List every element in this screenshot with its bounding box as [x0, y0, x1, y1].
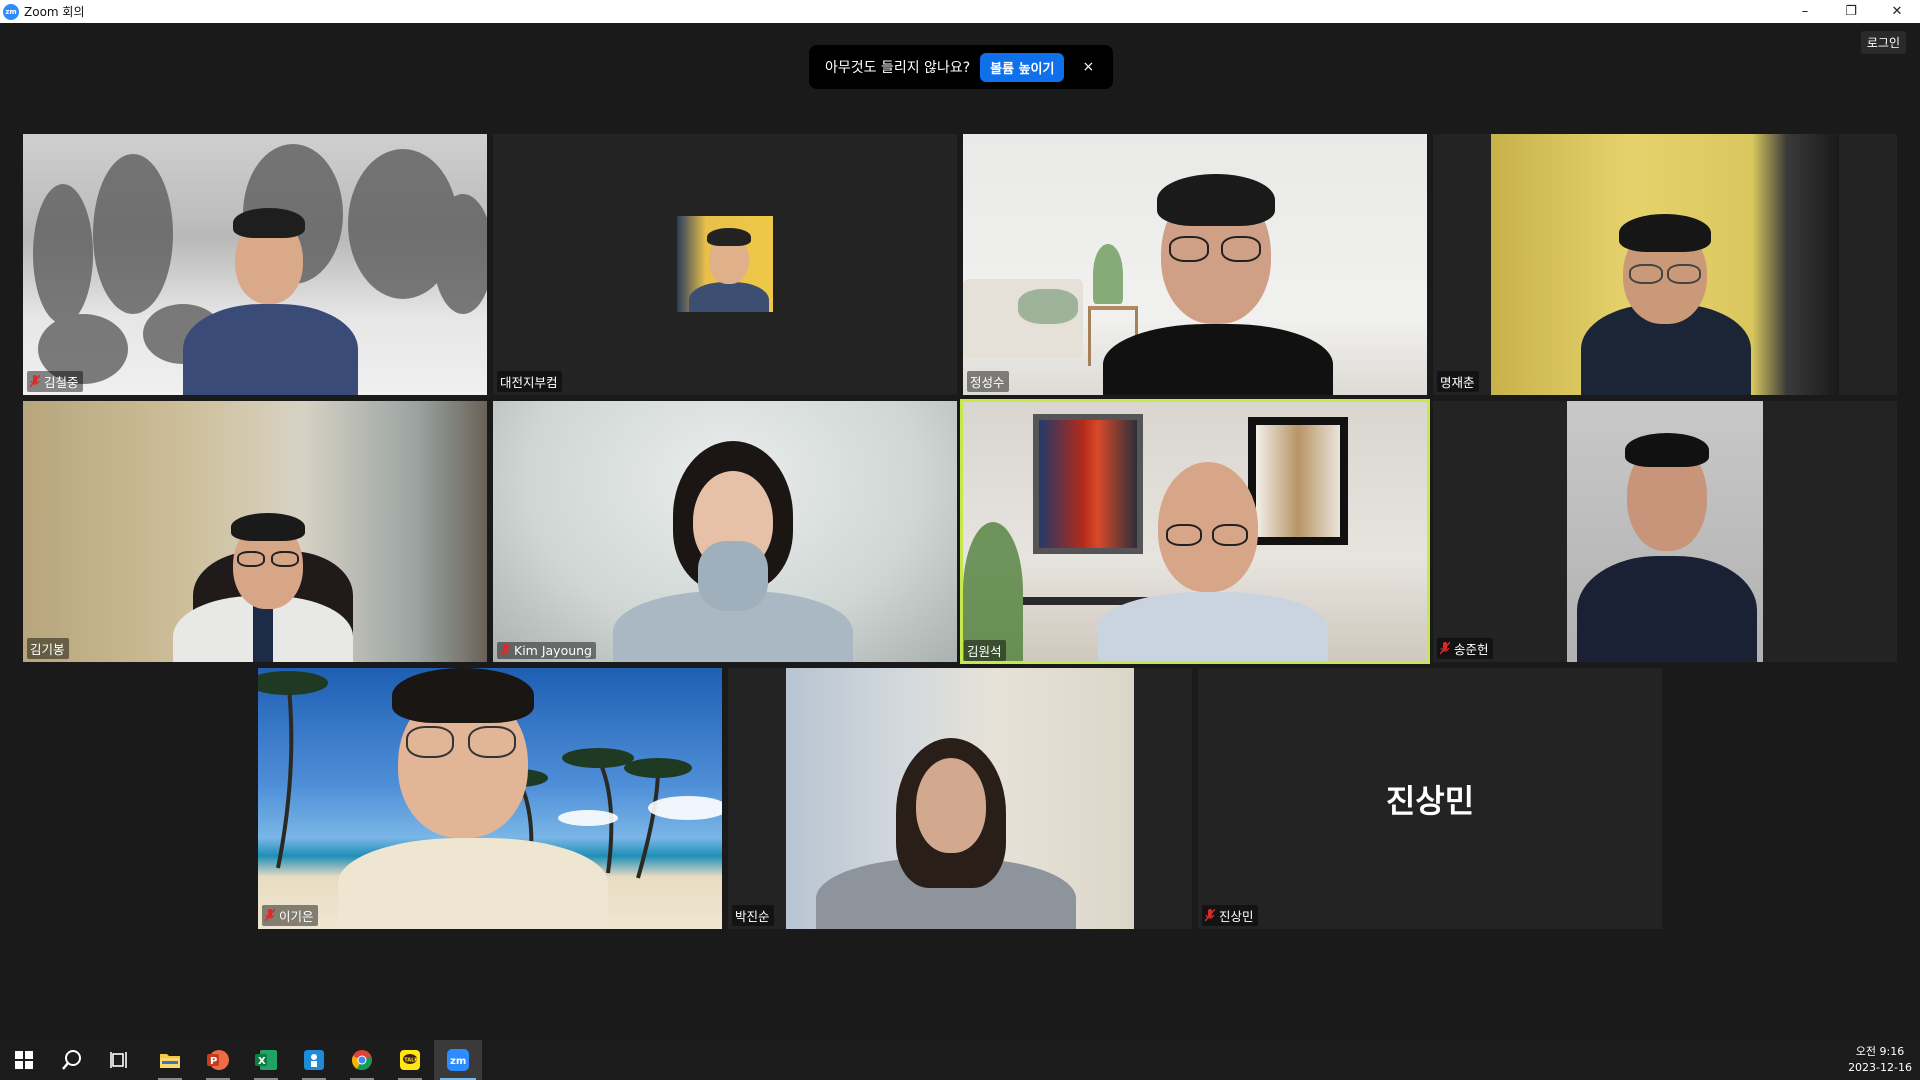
- mic-muted-icon: [1440, 642, 1450, 655]
- participant-name: 정성수: [970, 375, 1005, 390]
- network-app-icon[interactable]: [290, 1040, 338, 1080]
- participant-name-label: 송준헌: [1437, 638, 1493, 659]
- increase-volume-button[interactable]: 볼륨 높이기: [980, 52, 1065, 82]
- participant-tile[interactable]: 대전지부컴: [493, 134, 957, 395]
- mic-muted-icon: [30, 375, 40, 388]
- clock-time: 오전 9:16: [1855, 1045, 1905, 1058]
- participant-name-label: 김원석: [964, 640, 1006, 661]
- participant-name-label: 이기은: [262, 905, 318, 926]
- participant-video: [258, 668, 722, 929]
- participant-name: 명재춘: [1440, 375, 1475, 390]
- system-clock[interactable]: 오전 9:16 2023-12-16: [1848, 1040, 1912, 1080]
- chrome-icon[interactable]: [338, 1040, 386, 1080]
- participant-name: 김철중: [44, 375, 79, 390]
- participant-tile[interactable]: 박진순: [728, 668, 1192, 929]
- window-controls: – ❐ ✕: [1782, 0, 1920, 23]
- participant-name-label: 김기봉: [27, 638, 69, 659]
- participant-name: 진상민: [1219, 909, 1254, 924]
- participant-name: 대전지부컴: [500, 375, 558, 390]
- participant-video: [963, 402, 1427, 661]
- participant-name: 김기봉: [30, 642, 65, 657]
- participant-video: [1491, 134, 1839, 395]
- participant-video: [677, 216, 773, 312]
- excel-icon[interactable]: X: [242, 1040, 290, 1080]
- participant-name: 김원석: [967, 644, 1002, 659]
- zoom-icon[interactable]: zm: [434, 1040, 482, 1080]
- participant-name-label: 명재춘: [1437, 371, 1479, 392]
- title-bar: zm Zoom 회의 – ❐ ✕: [0, 0, 1920, 23]
- minimize-button[interactable]: –: [1782, 0, 1828, 23]
- participant-video: [963, 134, 1427, 395]
- participant-name: Kim Jayoung: [514, 643, 592, 658]
- search-icon[interactable]: [48, 1040, 96, 1080]
- close-notice-button[interactable]: ×: [1082, 59, 1094, 75]
- zoom-app-icon: zm: [3, 3, 19, 20]
- participant-video: [23, 134, 487, 395]
- participant-name-placeholder: 진상민: [1385, 781, 1475, 820]
- close-window-button[interactable]: ✕: [1874, 0, 1920, 23]
- participant-name: 박진순: [735, 909, 770, 924]
- participant-tile[interactable]: 송준헌: [1433, 401, 1897, 662]
- participant-video: [493, 401, 957, 662]
- file-explorer-icon[interactable]: [146, 1040, 194, 1080]
- clock-date: 2023-12-16: [1848, 1061, 1912, 1074]
- svg-text:P: P: [210, 1056, 217, 1067]
- participant-video: [23, 401, 487, 662]
- svg-text:TALK: TALK: [404, 1057, 419, 1063]
- participant-name-label: 진상민: [1202, 905, 1258, 926]
- participant-name-label: 김철중: [27, 371, 83, 392]
- participant-name-label: Kim Jayoung: [497, 642, 596, 659]
- restore-button[interactable]: ❐: [1828, 0, 1874, 23]
- svg-text:zm: zm: [450, 1056, 466, 1067]
- mic-muted-icon: [500, 644, 510, 657]
- participant-tile-active-speaker[interactable]: 김원석: [960, 399, 1430, 664]
- audio-notice-banner: 아무것도 들리지 않나요? 볼륨 높이기 ×: [809, 45, 1113, 89]
- participant-tile[interactable]: 정성수: [963, 134, 1427, 395]
- meeting-stage: 아무것도 들리지 않나요? 볼륨 높이기 × 로그인 김철중 대전지부컴 정성수…: [0, 23, 1920, 1040]
- windows-taskbar: P X TALK zm 오전 9:16 2023-12-16: [0, 1040, 1920, 1080]
- start-icon[interactable]: [0, 1040, 48, 1080]
- powerpoint-icon[interactable]: P: [194, 1040, 242, 1080]
- participant-video: [1567, 401, 1763, 662]
- participant-video: [786, 668, 1134, 929]
- kakaotalk-icon[interactable]: TALK: [386, 1040, 434, 1080]
- audio-notice-message: 아무것도 들리지 않나요?: [825, 60, 971, 76]
- participant-tile[interactable]: 김철중: [23, 134, 487, 395]
- participant-name-label: 정성수: [967, 371, 1009, 392]
- participant-name-label: 박진순: [732, 905, 774, 926]
- participant-name: 이기은: [279, 909, 314, 924]
- participant-name-label: 대전지부컴: [497, 371, 562, 392]
- login-button[interactable]: 로그인: [1860, 31, 1906, 54]
- mic-muted-icon: [1205, 909, 1215, 922]
- participant-tile[interactable]: 김기봉: [23, 401, 487, 662]
- participant-tile[interactable]: Kim Jayoung: [493, 401, 957, 662]
- participant-tile[interactable]: 진상민 진상민: [1198, 668, 1662, 929]
- window-title: Zoom 회의: [24, 5, 85, 19]
- mic-muted-icon: [265, 909, 275, 922]
- task-view-icon[interactable]: [96, 1040, 144, 1080]
- participant-tile[interactable]: 이기은: [258, 668, 722, 929]
- participant-name: 송준헌: [1454, 642, 1489, 657]
- participant-tile[interactable]: 명재춘: [1433, 134, 1897, 395]
- svg-text:X: X: [258, 1056, 266, 1067]
